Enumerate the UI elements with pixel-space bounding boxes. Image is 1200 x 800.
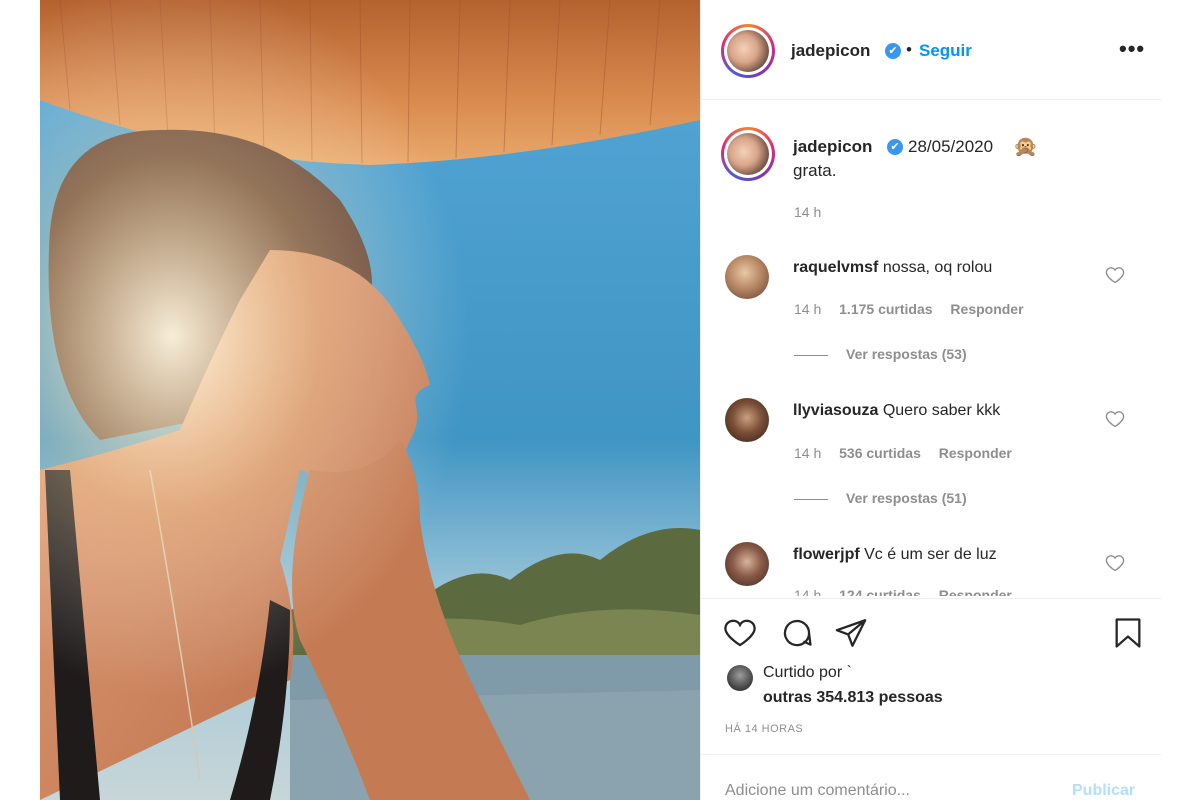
comment-time[interactable]: 14 h xyxy=(794,587,821,596)
caption-username[interactable]: jadepicon xyxy=(793,137,872,157)
comment-avatar[interactable] xyxy=(725,398,769,442)
header-username[interactable]: jadepicon xyxy=(791,41,870,61)
comment-avatar[interactable] xyxy=(725,255,769,299)
comment-likes[interactable]: 1.175 curtidas xyxy=(839,301,932,317)
view-replies-label: Ver respostas (53) xyxy=(846,346,967,362)
reply-button[interactable]: Responder xyxy=(939,587,1012,596)
composer-divider xyxy=(701,754,1161,755)
reply-button[interactable]: Responder xyxy=(950,301,1023,317)
comment-text: Quero saber kkk xyxy=(882,402,1001,419)
liker-avatar[interactable] xyxy=(727,665,753,691)
comment-input[interactable]: Adicione um comentário... xyxy=(725,782,910,800)
reply-button[interactable]: Responder xyxy=(939,445,1012,461)
comment-avatar[interactable] xyxy=(725,542,769,586)
view-replies-button[interactable]: Ver respostas (51) xyxy=(794,490,967,506)
liked-by-label: Curtido por ` xyxy=(763,664,852,681)
comment-meta: 14 h 1.175 curtidas Responder xyxy=(794,301,1038,317)
comment-username[interactable]: flowerjpf xyxy=(793,546,860,563)
caption-date: 28/05/2020 xyxy=(908,137,994,156)
header-divider xyxy=(701,99,1161,100)
view-replies-label: Ver respostas (51) xyxy=(846,490,967,506)
comment-time[interactable]: 14 h xyxy=(794,301,821,317)
follow-button[interactable]: Seguir xyxy=(919,41,972,61)
verified-badge-icon: ✔ xyxy=(887,139,903,155)
more-icon[interactable]: ••• xyxy=(1119,36,1145,62)
post-timestamp[interactable]: HÁ 14 HORAS xyxy=(725,723,803,735)
comment-meta: 14 h 536 curtidas Responder xyxy=(794,445,1026,461)
comment-text: Vc é um ser de luz xyxy=(864,546,997,563)
comment-meta: 14 h 124 curtidas Responder xyxy=(794,587,1026,596)
publish-button[interactable]: Publicar xyxy=(1072,782,1135,800)
caption-text: grata. xyxy=(793,161,837,180)
comment-username[interactable]: llyviasouza xyxy=(793,402,878,419)
comment-heart-icon[interactable] xyxy=(1105,553,1125,573)
heart-icon[interactable] xyxy=(723,616,757,650)
caption-avatar[interactable] xyxy=(721,127,775,181)
post-photo xyxy=(40,0,700,800)
bookmark-icon[interactable] xyxy=(1111,616,1145,650)
comment-heart-icon[interactable] xyxy=(1105,409,1125,429)
comment-icon[interactable] xyxy=(780,616,814,650)
comment-line: raquelvmsf nossa, oq rolou xyxy=(793,259,992,277)
comment-heart-icon[interactable] xyxy=(1105,265,1125,285)
likes-count-link[interactable]: outras 354.813 pessoas xyxy=(763,689,943,707)
comments-list[interactable]: raquelvmsf nossa, oq rolou 14 h 1.175 cu… xyxy=(701,240,1161,596)
view-replies-button[interactable]: Ver respostas (53) xyxy=(794,346,967,362)
comment-likes[interactable]: 536 curtidas xyxy=(839,445,921,461)
comment-likes[interactable]: 124 curtidas xyxy=(839,587,921,596)
header-avatar[interactable] xyxy=(721,24,775,78)
caption-emoji: 🙊 xyxy=(1013,136,1038,158)
comment-line: llyviasouza Quero saber kkk xyxy=(793,402,1000,420)
comment-username[interactable]: raquelvmsf xyxy=(793,259,878,276)
header-separator: • xyxy=(906,40,912,59)
paper-plane-icon[interactable] xyxy=(834,616,868,650)
comment-text: nossa, oq rolou xyxy=(882,259,993,276)
caption-time[interactable]: 14 h xyxy=(794,204,821,220)
verified-badge-icon: ✔ xyxy=(885,43,901,59)
comment-line: flowerjpf Vc é um ser de luz xyxy=(793,546,997,564)
post-photo-art xyxy=(40,0,700,800)
actions-divider xyxy=(701,598,1161,599)
post-side-panel: jadepicon ✔ • Seguir ••• jadepicon ✔ 28/… xyxy=(700,0,1161,800)
comment-time[interactable]: 14 h xyxy=(794,445,821,461)
